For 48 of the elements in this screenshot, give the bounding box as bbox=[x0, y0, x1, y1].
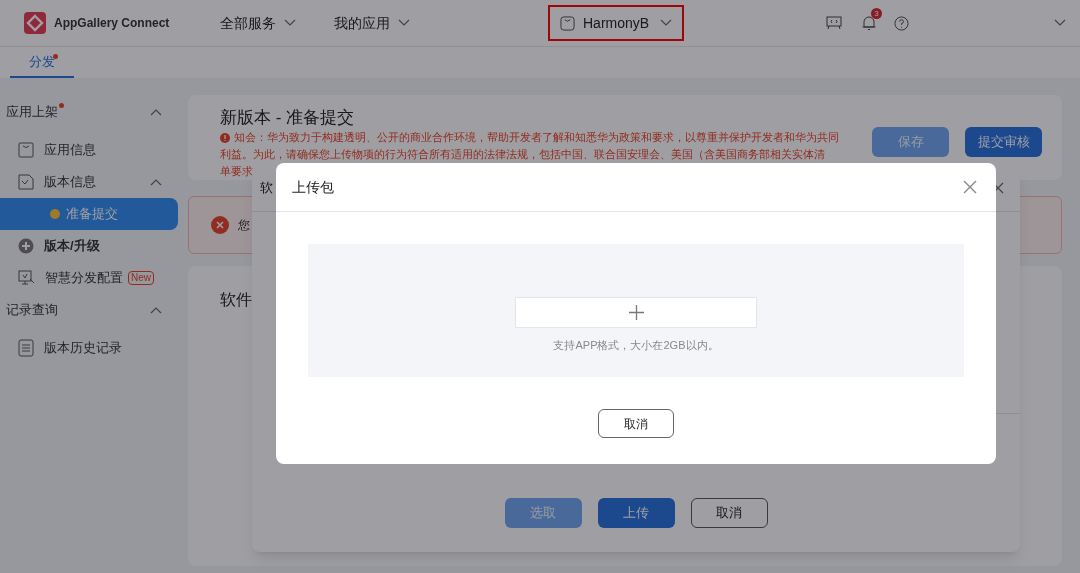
sidebar-item[interactable]: 版本历史记录 bbox=[44, 338, 122, 358]
upload-hint: 支持APP格式，大小在2GB以内。 bbox=[553, 338, 719, 353]
notice-text: 利益。为此，请确保您上传物项的行为符合所有适用的法律法规，包括中国、联合国安理会、美国（含美国商务部相关实体清 bbox=[220, 147, 825, 162]
new-badge: New bbox=[128, 271, 154, 285]
notice-text: 单要求 bbox=[220, 164, 253, 179]
code-board-icon[interactable] bbox=[826, 16, 842, 30]
logo-icon bbox=[24, 12, 46, 34]
warning-icon bbox=[220, 132, 230, 143]
nav-menu[interactable]: 全部服务 bbox=[220, 12, 296, 34]
sidebar-item[interactable]: 版本/升级 bbox=[44, 236, 100, 256]
sidebar-group-title: 记录查询 bbox=[6, 301, 58, 320]
monitor-icon bbox=[18, 270, 35, 286]
alert-text: 您 bbox=[238, 217, 250, 234]
bag-icon bbox=[18, 142, 34, 158]
cancel-button[interactable]: 取消 bbox=[598, 409, 674, 438]
dialog-button[interactable]: 取消 bbox=[690, 498, 768, 528]
card-title: 软件 bbox=[220, 291, 252, 308]
action-button[interactable]: 提交审核 bbox=[965, 127, 1042, 157]
bag-icon bbox=[560, 15, 575, 31]
notification-badge: 3 bbox=[871, 8, 882, 19]
group-chevron-icon bbox=[150, 306, 162, 314]
item-chevron-icon bbox=[150, 178, 162, 186]
app-selector[interactable]: HarmonyB bbox=[548, 5, 684, 41]
error-icon bbox=[211, 216, 229, 234]
chevron-icon bbox=[660, 19, 672, 27]
chevron-icon bbox=[284, 19, 296, 27]
dialog-button[interactable]: 上传 bbox=[597, 498, 675, 528]
page-title: 新版本 - 准备提交 bbox=[220, 107, 356, 129]
dialog-title: 上传包 bbox=[292, 177, 334, 197]
plus-circle-icon bbox=[18, 238, 34, 254]
sidebar-subitem[interactable]: 准备提交 bbox=[0, 198, 178, 230]
nav-menu[interactable]: 我的应用 bbox=[334, 12, 410, 34]
document-icon bbox=[18, 339, 34, 357]
tab[interactable]: 分发 bbox=[10, 47, 74, 78]
sidebar-item[interactable]: 应用信息 bbox=[44, 140, 96, 160]
dialog-title: 软 bbox=[260, 179, 273, 198]
chevron-icon bbox=[398, 19, 410, 27]
account-chevron-icon bbox=[1054, 19, 1066, 27]
group-chevron-icon bbox=[150, 108, 162, 116]
bell-icon[interactable] bbox=[861, 15, 877, 31]
help-icon[interactable] bbox=[894, 15, 909, 31]
plus-icon bbox=[628, 305, 644, 320]
logo-text: AppGallery Connect bbox=[54, 15, 170, 32]
notice-text: 知会：华为致力于构建透明、公开的商业合作环境，帮助开发者了解和知悉华为政策和要求，以尊重并保护开发者和华为共同 bbox=[234, 130, 839, 145]
sidebar-item[interactable]: 智慧分发配置 bbox=[45, 268, 123, 288]
sidebar-item[interactable]: 版本信息 bbox=[44, 172, 96, 192]
sidebar-group-title: 应用上架 bbox=[6, 102, 58, 122]
document-check-icon bbox=[18, 174, 34, 190]
